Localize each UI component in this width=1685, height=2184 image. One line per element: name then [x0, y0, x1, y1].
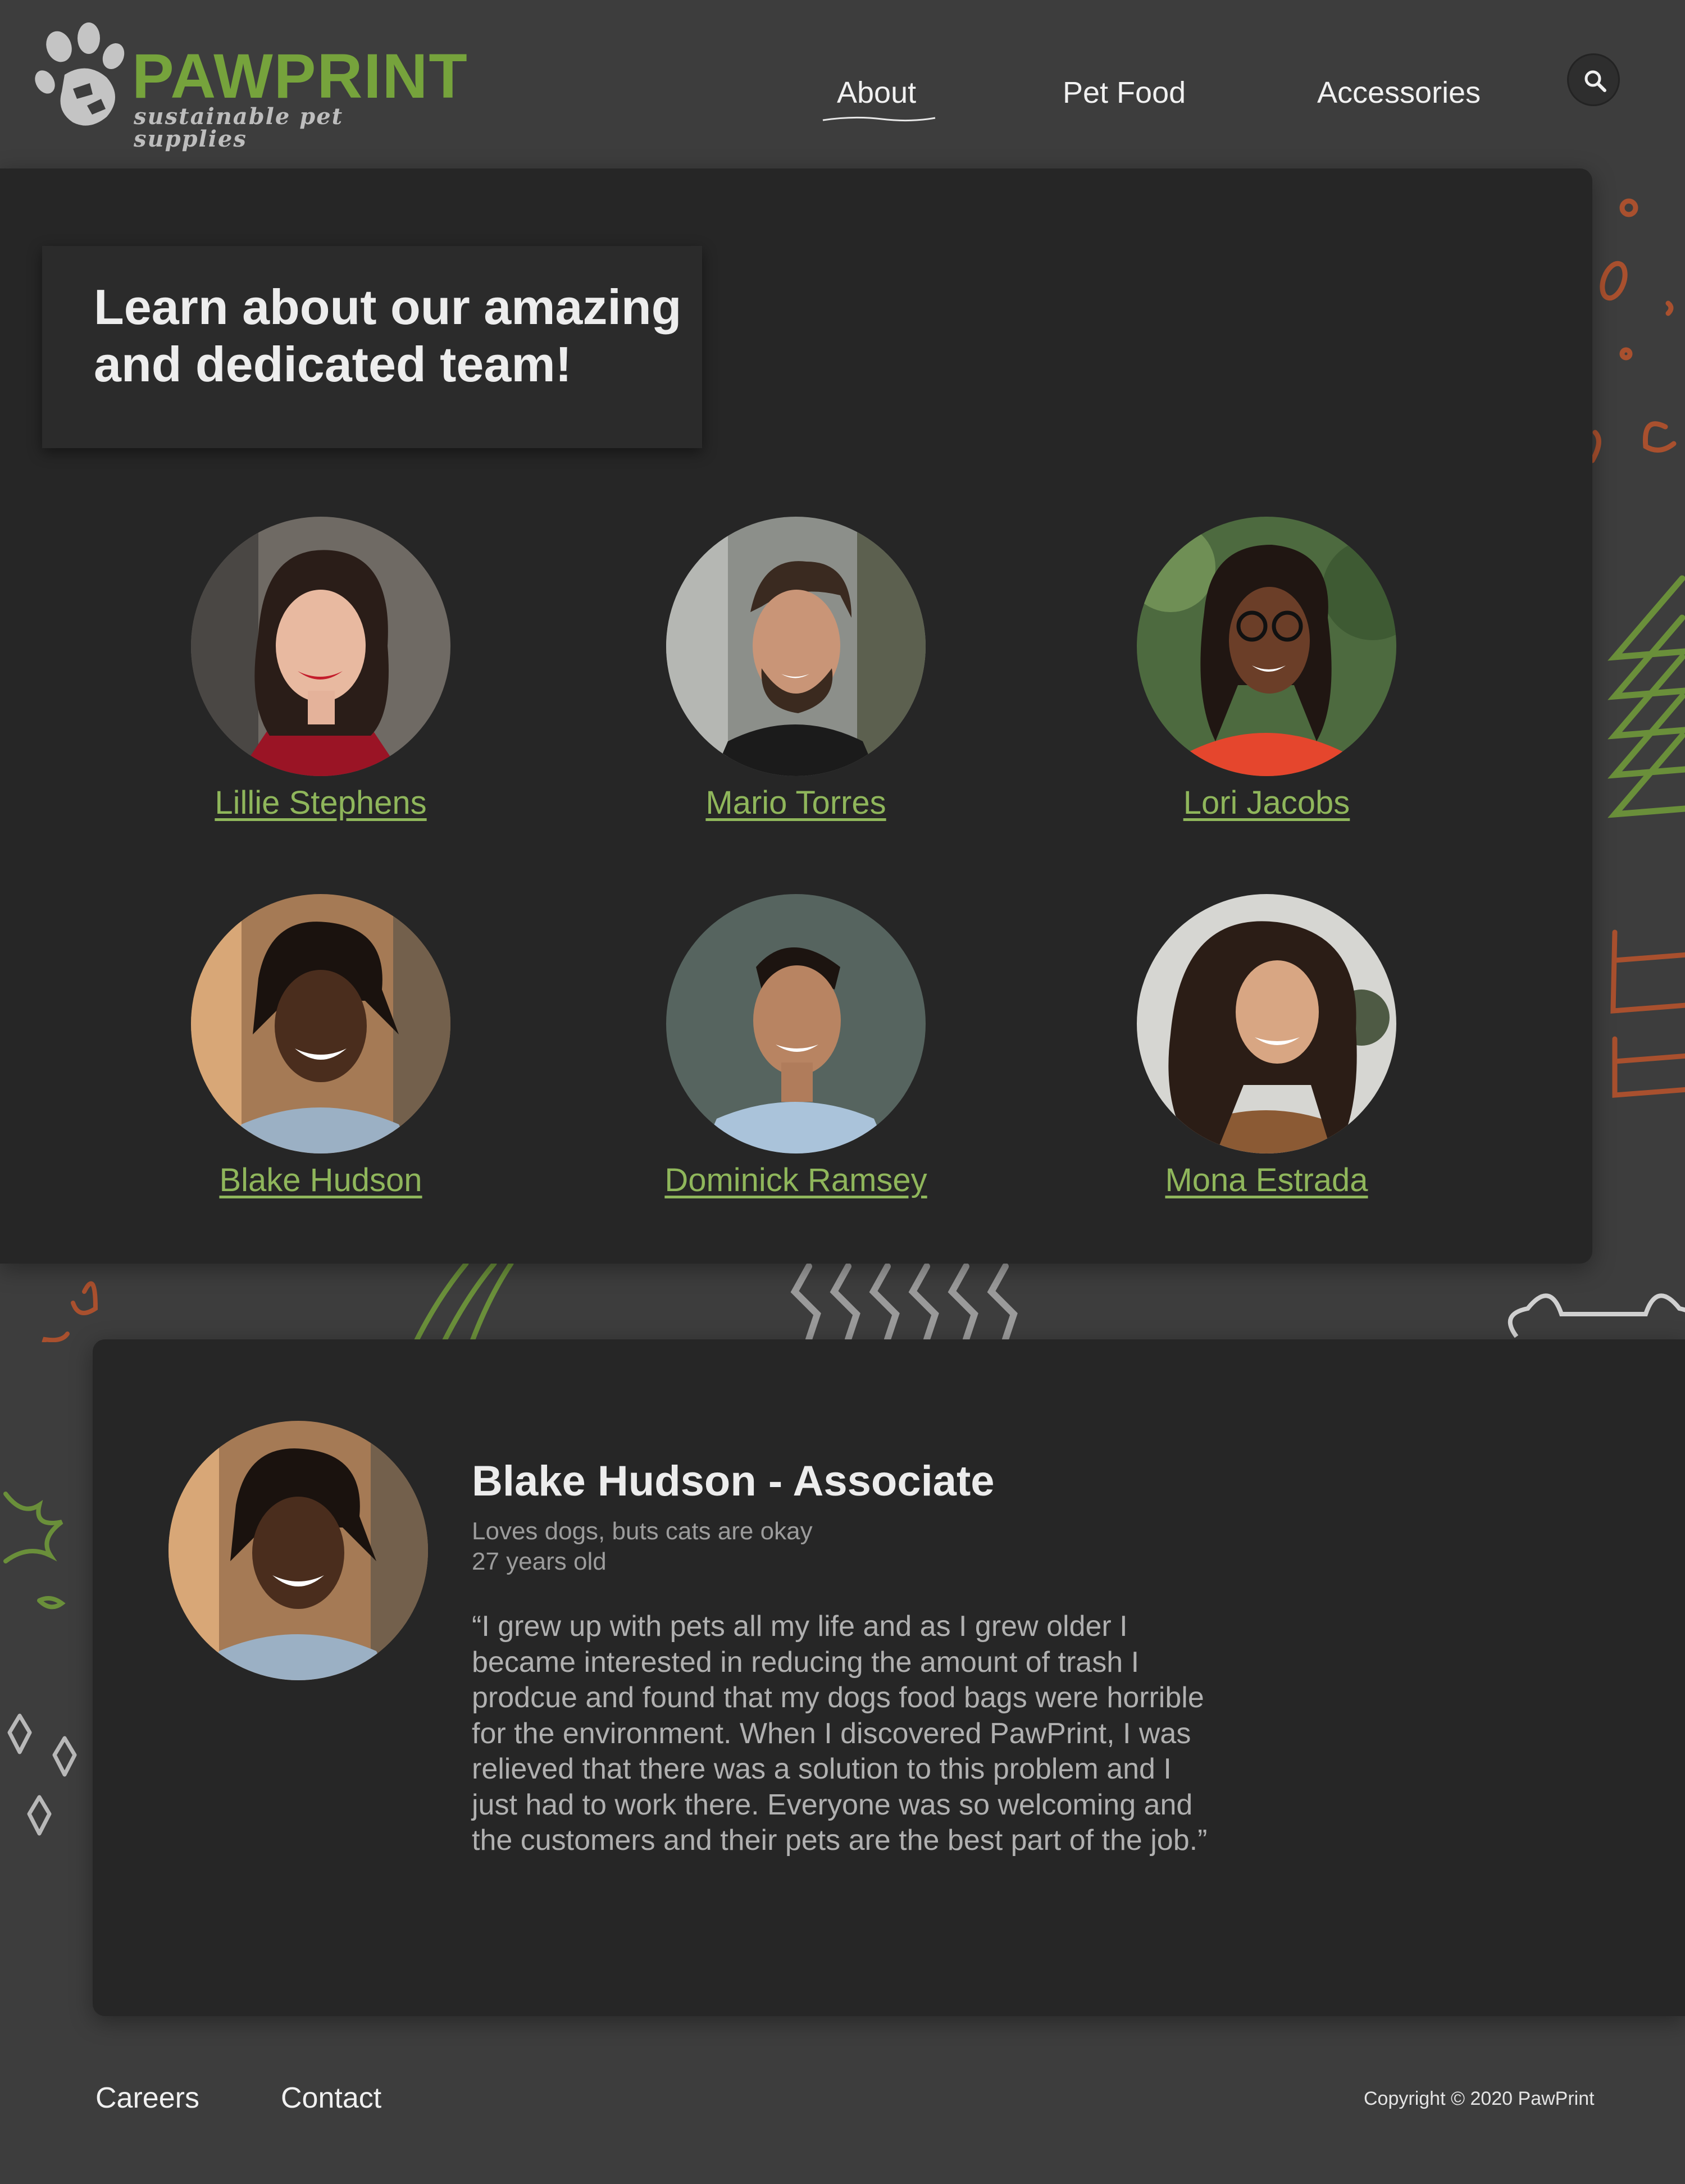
team-member-dominick-ramsey[interactable]: Dominick Ramsey [627, 894, 964, 1201]
profile-quote: “I grew up with pets all my life and as … [472, 1610, 1208, 1857]
avatar [1137, 517, 1396, 776]
right-doodles-icon [1592, 198, 1685, 1098]
avatar [666, 894, 926, 1153]
member-name-link[interactable]: Lori Jacobs [1098, 783, 1435, 824]
team-heading: Learn about our amazing and dedicated te… [94, 279, 682, 392]
footer-contact-link[interactable]: Contact [281, 2083, 381, 2113]
copyright-text: Copyright © 2020 PawPrint [1364, 2088, 1595, 2109]
brand-name: PAWPRINT [132, 41, 468, 111]
team-member-mona-estrada[interactable]: Mona Estrada [1098, 894, 1435, 1201]
member-name-link[interactable]: Lillie Stephens [152, 783, 489, 824]
profile-title: Blake Hudson - Associate [472, 1457, 995, 1505]
avatar [191, 517, 450, 776]
team-heading-box: Learn about our amazing and dedicated te… [42, 246, 702, 448]
search-button[interactable] [1567, 53, 1620, 106]
footer-careers-link[interactable]: Careers [95, 2083, 199, 2113]
avatar [191, 894, 450, 1153]
search-icon [1584, 70, 1606, 92]
nav-about[interactable]: About [837, 77, 916, 108]
avatar [666, 517, 926, 776]
team-member-mario-torres[interactable]: Mario Torres [627, 517, 964, 824]
member-name-link[interactable]: Mona Estrada [1098, 1160, 1435, 1201]
brand-logo[interactable]: PAWPRINT sustainable pet supplies [34, 21, 467, 151]
profile-age: 27 years old [472, 1548, 607, 1575]
profile-avatar [168, 1421, 428, 1680]
paw-logo-icon [35, 22, 125, 126]
profile-section: Blake Hudson - Associate Loves dogs, but… [93, 1339, 1685, 2016]
nav-accessories[interactable]: Accessories [1317, 77, 1481, 108]
profile-likes: Loves dogs, buts cats are okay [472, 1517, 813, 1545]
member-name-link[interactable]: Mario Torres [627, 783, 964, 824]
member-name-link[interactable]: Dominick Ramsey [627, 1160, 964, 1201]
nav-pet-food[interactable]: Pet Food [1063, 77, 1186, 108]
member-name-link[interactable]: Blake Hudson [152, 1160, 489, 1201]
team-member-lori-jacobs[interactable]: Lori Jacobs [1098, 517, 1435, 824]
brand-tagline: sustainable pet supplies [134, 103, 344, 152]
avatar [1137, 894, 1396, 1153]
mid-doodles-icon [42, 1264, 1685, 1342]
left-doodles-icon [3, 1492, 77, 1836]
team-member-lillie-stephens[interactable]: Lillie Stephens [152, 517, 489, 824]
team-member-blake-hudson[interactable]: Blake Hudson [152, 894, 489, 1201]
nav-active-underline [822, 116, 936, 122]
team-section: Learn about our amazing and dedicated te… [0, 168, 1592, 1264]
